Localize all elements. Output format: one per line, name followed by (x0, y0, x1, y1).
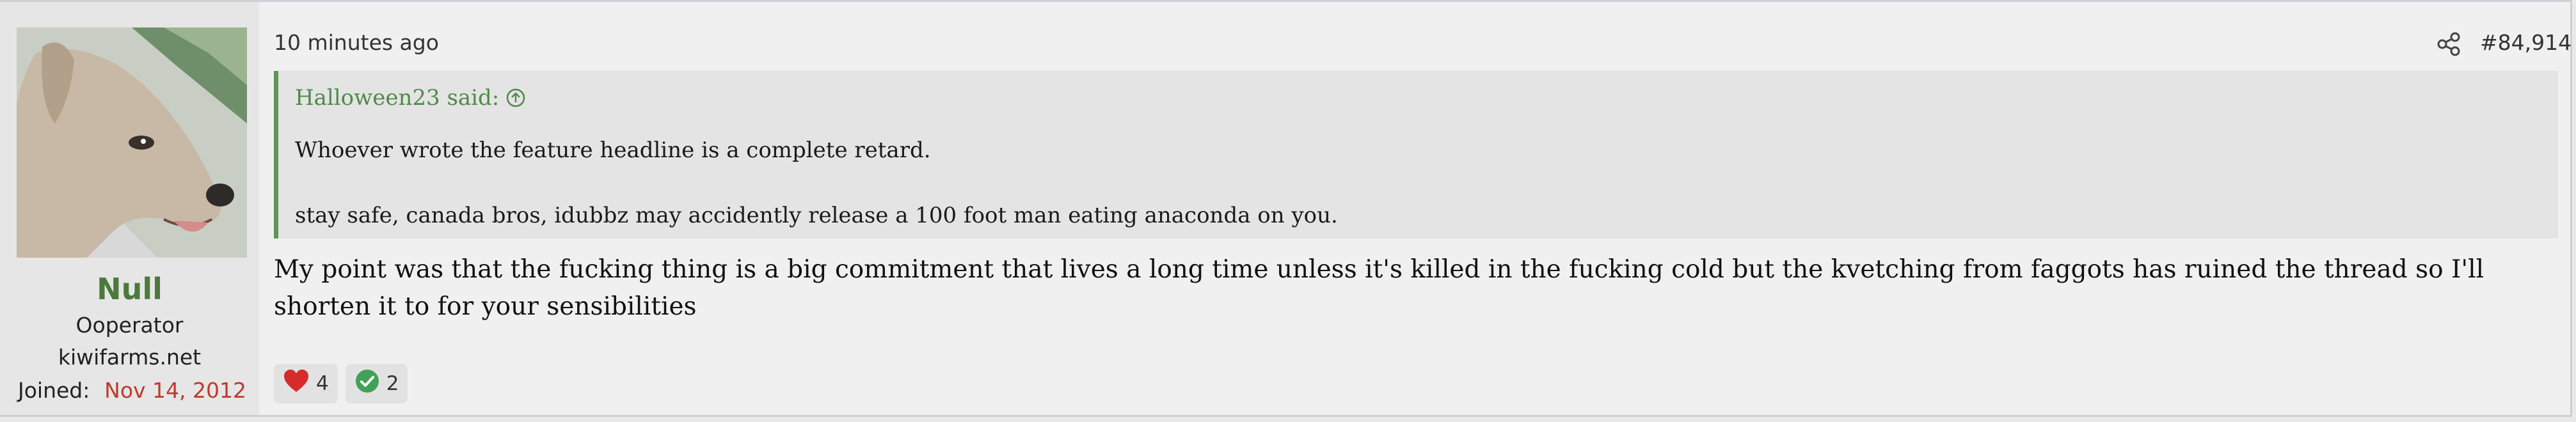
username[interactable]: Null (0, 272, 259, 306)
post-timestamp[interactable]: 10 minutes ago (274, 30, 439, 55)
reaction-count: 2 (386, 372, 399, 395)
avatar-dog-image (17, 27, 247, 258)
user-title: Ooperator (76, 313, 184, 338)
reaction-count: 4 (316, 372, 329, 395)
joined-label: Joined: (18, 378, 90, 403)
reaction-agree[interactable]: 2 (345, 364, 408, 403)
quote-text-line: Whoever wrote the feature headline is a … (295, 137, 931, 163)
joined-date: Nov 14, 2012 (104, 378, 246, 403)
quote-author-label: Halloween23 said: (295, 85, 500, 111)
reaction-heart[interactable]: 4 (274, 364, 338, 403)
user-site: kiwifarms.net (58, 345, 202, 370)
post: Null Ooperator kiwifarms.net Joined: Nov… (0, 0, 2572, 417)
quote-text-line: stay safe, canada bros, idubbz may accid… (295, 203, 1338, 228)
arrow-up-circle-icon[interactable] (505, 88, 526, 108)
post-number-link[interactable]: #84,914 (2480, 30, 2572, 55)
avatar[interactable] (17, 27, 247, 258)
heart-icon (283, 368, 310, 399)
reactions-bar: 4 2 (274, 364, 408, 403)
user-panel: Null Ooperator kiwifarms.net Joined: Nov… (0, 2, 259, 415)
share-icon[interactable] (2437, 31, 2462, 57)
quote-author-link[interactable]: Halloween23 said: (295, 85, 526, 111)
post-body: My point was that the fucking thing is a… (274, 255, 2485, 321)
quote-block: Halloween23 said: Whoever wrote the feat… (274, 71, 2558, 238)
check-icon (354, 368, 380, 399)
